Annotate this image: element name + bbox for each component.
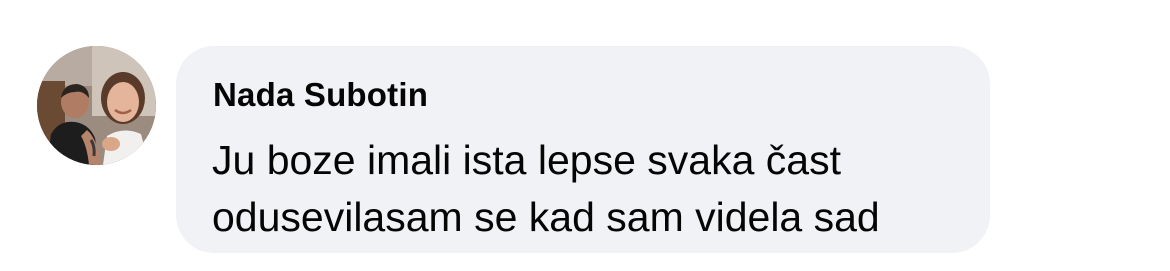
comment-text-line: odusevilasam se kad sam videla sad — [212, 194, 880, 240]
comment-item: Nada Subotin Ju boze imali ista lepse sv… — [0, 0, 1170, 271]
comment-bubble[interactable]: Nada Subotin Ju boze imali ista lepse sv… — [176, 46, 990, 253]
comment-author-name[interactable]: Nada Subotin — [213, 76, 428, 114]
comment-text-line: Ju boze imali ista lepse svaka čast — [212, 137, 841, 183]
avatar[interactable] — [37, 46, 156, 165]
comment-text: Ju boze imali ista lepse svaka čast odus… — [212, 132, 972, 246]
avatar-photo-icon — [37, 46, 156, 165]
